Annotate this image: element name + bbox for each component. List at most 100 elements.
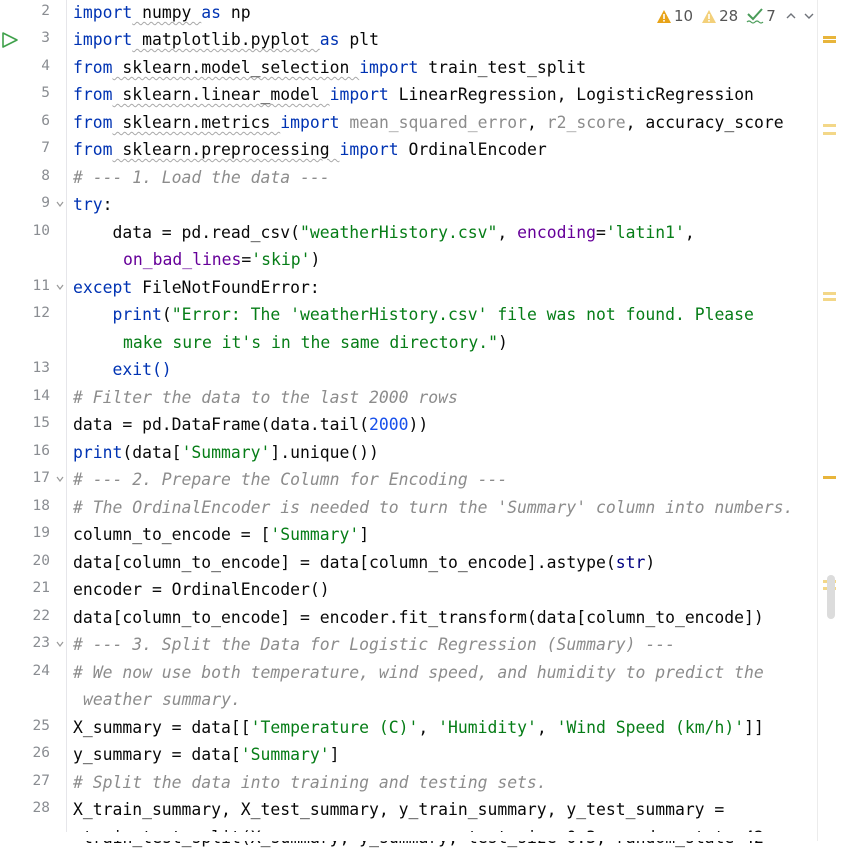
code-token: ,	[684, 223, 695, 242]
line-number: 18	[32, 498, 50, 514]
code-token: FileNotFoundError:	[132, 278, 320, 297]
code-token: import	[339, 140, 399, 159]
line-number: 6	[41, 113, 50, 129]
code-token: as	[319, 30, 340, 49]
code-line: # We now use both temperature, wind spee…	[73, 663, 764, 682]
warnings-indicator[interactable]: 28	[701, 7, 738, 25]
inspection-widget[interactable]: 10 28 7	[656, 5, 816, 27]
typo-check-icon	[746, 8, 764, 24]
code-line: # The OrdinalEncoder is needed to turn t…	[73, 498, 794, 517]
code-line: # Filter the data to the last 2000 rows	[73, 388, 458, 407]
code-token: )	[497, 333, 508, 352]
code-token: from	[73, 140, 113, 159]
warning-marker[interactable]	[823, 40, 836, 43]
code-line: from sklearn.linear_model import LinearR…	[73, 81, 754, 108]
code-token: ))	[408, 415, 429, 434]
code-token: sklearn.metrics	[112, 113, 281, 132]
code-token: print	[112, 305, 162, 324]
code-token: column_to_encode = [	[73, 525, 271, 544]
stripe-divider	[817, 0, 818, 841]
line-number: 5	[41, 85, 50, 101]
code-token: 'Summary'	[181, 443, 271, 462]
code-line: # --- 2. Prepare the Column for Encoding…	[73, 470, 508, 489]
line-number: 3	[41, 30, 50, 46]
error-stripe[interactable]	[817, 0, 850, 841]
fold-chevron-icon[interactable]	[56, 200, 64, 208]
code-line: column_to_encode = ['Summary']	[73, 521, 369, 548]
code-line-wrapped: weather summary.	[83, 690, 241, 709]
code-line: y_summary = data['Summary']	[73, 741, 339, 768]
chevron-up-icon[interactable]	[784, 9, 798, 23]
code-line-wrapped: make sure it's in the same directory.")	[73, 329, 508, 356]
weak-warning-marker[interactable]	[823, 124, 836, 127]
editor-bottom-edge	[0, 832, 850, 841]
weak-warning-marker[interactable]	[823, 298, 836, 301]
code-line: import numpy as np	[73, 0, 251, 26]
code-token: (	[161, 305, 172, 324]
code-token: "Error: The 'weatherHistory.csv' file wa…	[171, 305, 754, 324]
code-line: try:	[73, 191, 112, 218]
code-token: str	[615, 553, 646, 572]
code-token: encoding	[517, 223, 597, 242]
code-token: , accuracy_score	[625, 113, 784, 132]
code-line: from sklearn.preprocessing import Ordina…	[73, 136, 547, 163]
code-line: encoder = OrdinalEncoder()	[73, 576, 330, 603]
code-token: from	[73, 58, 113, 77]
line-number: 28	[32, 800, 50, 816]
scrollbar-thumb[interactable]	[827, 575, 835, 619]
code-token: ]	[359, 525, 370, 544]
typos-indicator[interactable]: 7	[746, 7, 776, 25]
code-token: 'Temperature (C)'	[250, 718, 419, 737]
code-token: train_test_split	[418, 58, 587, 77]
errors-indicator[interactable]: 10	[656, 7, 693, 25]
code-token: on_bad_lines	[123, 250, 242, 269]
code-token: ].unique())	[270, 443, 379, 462]
code-token: =	[596, 223, 606, 242]
code-line: # --- 1. Load the data ---	[73, 168, 330, 187]
code-token: ,	[526, 113, 547, 132]
code-token: import	[359, 58, 419, 77]
line-number: 17	[32, 470, 50, 486]
weak-warning-icon	[702, 9, 717, 23]
line-number: 22	[32, 608, 50, 624]
line-number: 10	[32, 223, 50, 239]
code-token: numpy	[132, 3, 202, 22]
code-token: mean_squared_error	[339, 113, 527, 132]
code-token: ]]	[744, 718, 764, 737]
code-token: from	[73, 85, 113, 104]
weak-warning-marker[interactable]	[823, 132, 836, 135]
code-line: # --- 3. Split the Data for Logistic Reg…	[73, 635, 675, 654]
warning-marker[interactable]	[823, 36, 836, 39]
code-token: import	[280, 113, 340, 132]
code-token: ,	[418, 718, 439, 737]
code-token: sklearn.preprocessing	[112, 140, 340, 159]
code-token: X_summary = data[[	[73, 718, 251, 737]
fold-chevron-icon[interactable]	[56, 283, 64, 291]
weak-warning-marker[interactable]	[823, 292, 836, 295]
line-number: 25	[32, 718, 50, 734]
fold-chevron-icon[interactable]	[56, 640, 64, 648]
warning-marker[interactable]	[823, 476, 836, 479]
gutter: 2 3 4 5 6 7 8 9 10 11 12 13 14 15 16 17 …	[0, 0, 66, 841]
code-line: exit()	[73, 356, 172, 383]
line-number: 15	[32, 415, 50, 431]
code-editor[interactable]: import numpy as np import matplotlib.pyp…	[73, 0, 818, 847]
code-line: from sklearn.metrics import mean_squared…	[73, 109, 784, 136]
warnings-count: 28	[719, 7, 739, 25]
line-number: 19	[32, 525, 50, 541]
line-number: 27	[32, 773, 50, 789]
fold-chevron-icon[interactable]	[56, 475, 64, 483]
chevron-down-icon[interactable]	[802, 9, 816, 23]
code-token: exit()	[73, 360, 172, 379]
line-number: 7	[41, 140, 50, 156]
code-line: print("Error: The 'weatherHistory.csv' f…	[73, 301, 754, 328]
code-token: print	[73, 443, 123, 462]
code-token: 'latin1'	[605, 223, 685, 242]
code-line: from sklearn.model_selection import trai…	[73, 54, 586, 81]
code-line: X_summary = data[['Temperature (C)', 'Hu…	[73, 714, 764, 741]
code-line: import matplotlib.pyplot as plt	[73, 26, 379, 53]
line-number: 4	[41, 58, 50, 74]
code-token: :	[102, 195, 113, 214]
code-line: print(data['Summary'].unique())	[73, 439, 379, 466]
line-number: 8	[41, 168, 50, 184]
